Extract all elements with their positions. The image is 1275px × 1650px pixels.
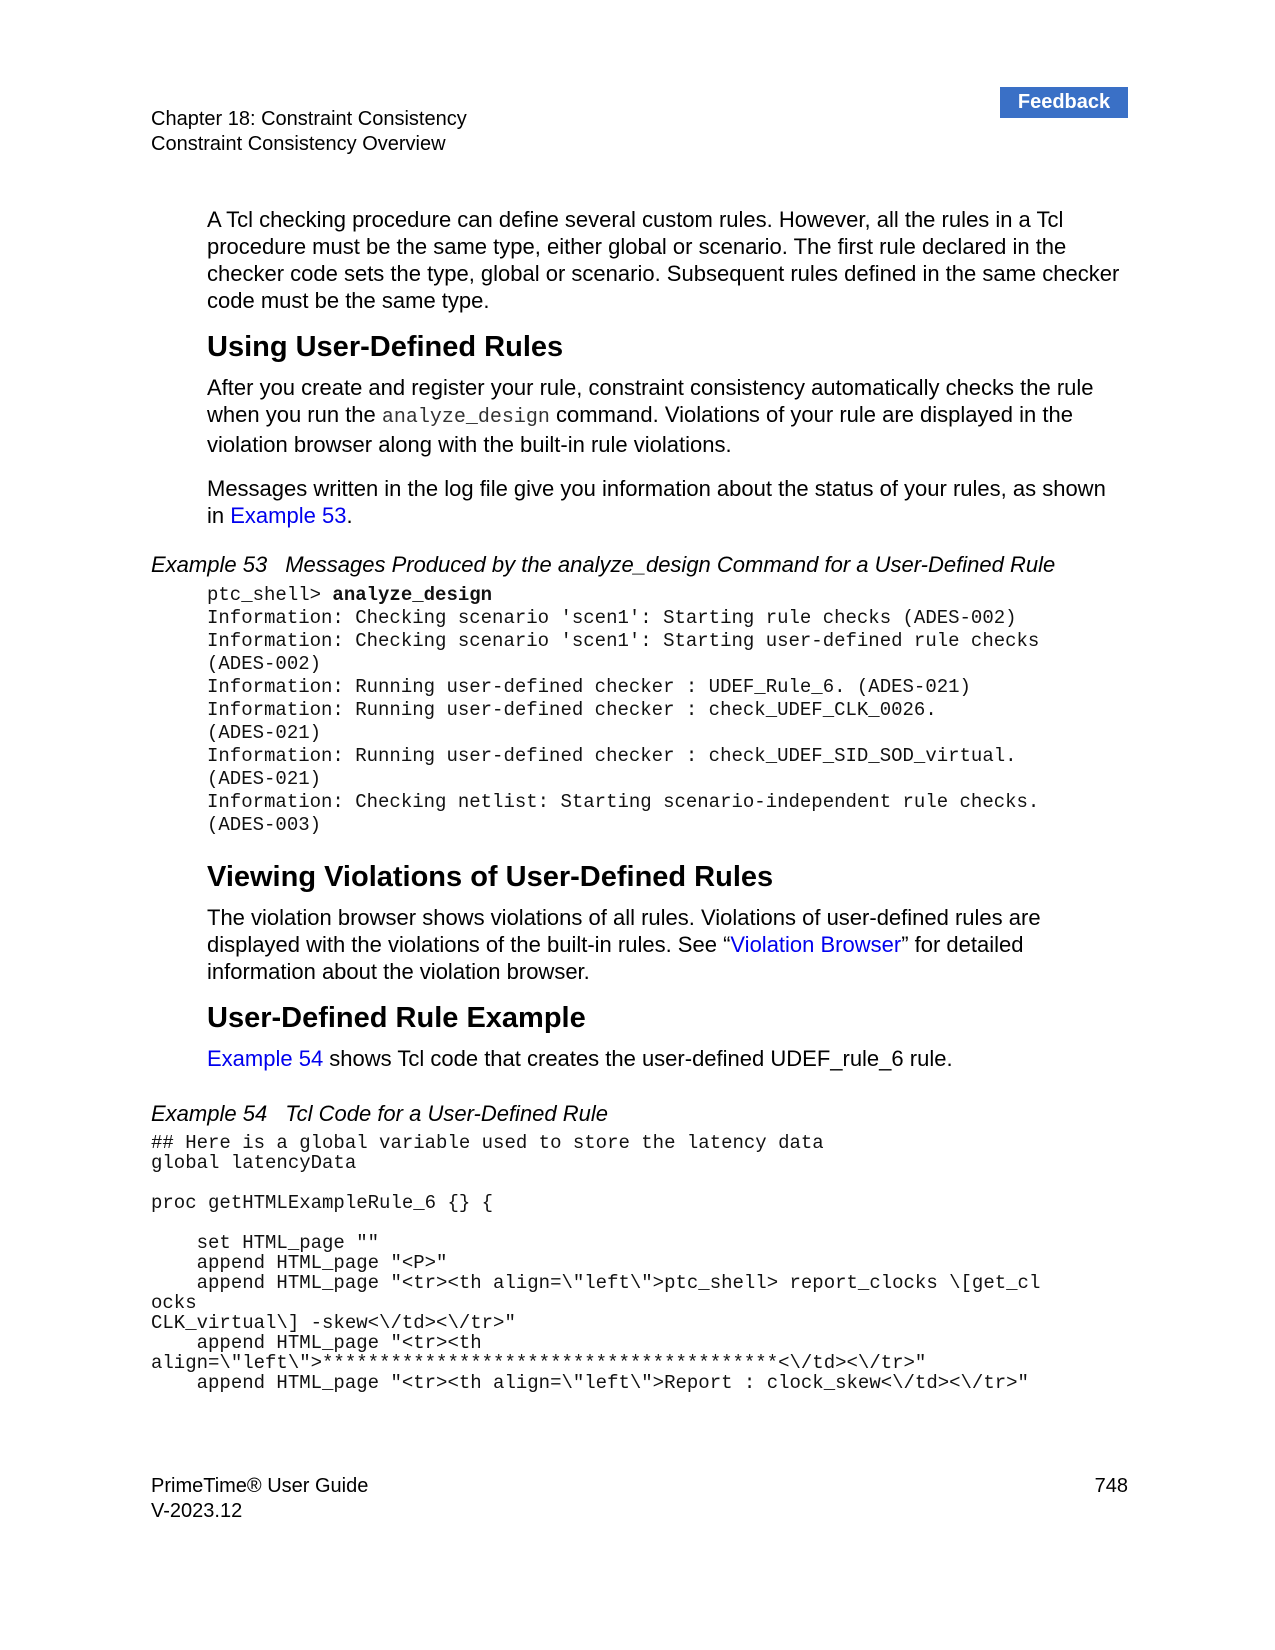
main-content: A Tcl checking procedure can define seve… — [207, 206, 1127, 529]
viewing-section: Viewing Violations of User-Defined Rules… — [207, 860, 1127, 1072]
example-54-caption: Example 54 Tcl Code for a User-Defined Ru… — [151, 1100, 608, 1127]
intro-paragraph: A Tcl checking procedure can define seve… — [207, 207, 1120, 313]
chapter-title: Chapter 18: Constraint Consistency — [151, 108, 467, 130]
example-53-caption: Example 53 Messages Produced by the analy… — [151, 551, 1055, 578]
example-54-number: Example 54 — [151, 1101, 268, 1126]
analyze-design-command: analyze_design — [332, 584, 493, 606]
page-header: Chapter 18: Constraint Consistency Const… — [151, 107, 467, 157]
example-53-code-block: ptc_shell> analyze_design Information: C… — [207, 584, 1039, 837]
example-paragraph: Example 54 shows Tcl code that creates t… — [207, 1046, 953, 1071]
heading-viewing-violations: Viewing Violations of User-Defined Rules — [207, 861, 774, 893]
example-54-code: ## Here is a global variable used to sto… — [151, 1132, 1041, 1394]
page-footer: PrimeTime® User Guide V-2023.12 — [151, 1474, 368, 1524]
using-paragraph-2: Messages written in the log file give yo… — [207, 476, 1106, 528]
example-53-link[interactable]: Example 53 — [230, 503, 346, 528]
page-number: 748 — [1094, 1475, 1128, 1497]
heading-using-user-defined-rules: Using User-Defined Rules — [207, 331, 564, 363]
footer-version: V-2023.12 — [151, 1500, 243, 1522]
violation-browser-link[interactable]: Violation Browser — [730, 932, 901, 957]
example-54-title: Tcl Code for a User-Defined Rule — [285, 1101, 609, 1126]
section-title: Constraint Consistency Overview — [151, 133, 446, 155]
feedback-button[interactable]: Feedback — [1000, 87, 1128, 118]
example-54-link[interactable]: Example 54 — [207, 1046, 323, 1071]
example-54-code-block: ## Here is a global variable used to sto… — [151, 1133, 1040, 1393]
heading-user-defined-rule-example: User-Defined Rule Example — [207, 1002, 586, 1034]
example-53-title: Messages Produced by the analyze_design … — [285, 552, 1056, 577]
shell-prompt: ptc_shell> — [207, 584, 333, 606]
footer-title: PrimeTime® User Guide — [151, 1475, 369, 1497]
example-53-output: Information: Checking scenario 'scen1': … — [207, 607, 1040, 836]
using-paragraph-1: After you create and register your rule,… — [207, 375, 1094, 457]
viewing-paragraph: The violation browser shows violations o… — [207, 905, 1041, 984]
example-53-number: Example 53 — [151, 552, 268, 577]
analyze-design-code: analyze_design — [381, 406, 550, 429]
